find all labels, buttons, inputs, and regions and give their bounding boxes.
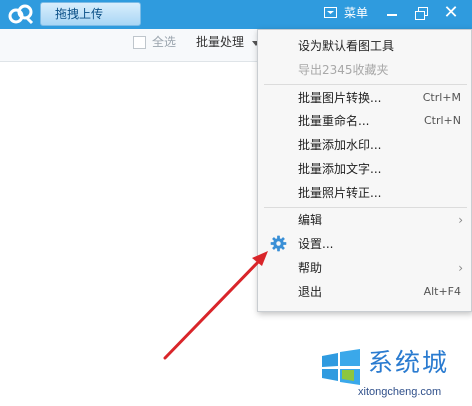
menu-item-label: 批量添加文字... <box>298 162 382 176</box>
menu-item-settings[interactable]: 设置... <box>258 233 472 255</box>
menu-divider <box>264 207 467 208</box>
select-all-label[interactable]: 全选 <box>152 34 176 51</box>
watermark-brand: 系统城 <box>368 348 450 377</box>
menu-item-batch-convert[interactable]: 批量图片转换... Ctrl+M <box>258 87 472 109</box>
batch-process-button[interactable]: 批量处理 <box>196 34 244 51</box>
main-dropdown-menu: 设为默认看图工具 导出2345收藏夹 批量图片转换... Ctrl+M 批量重命… <box>257 29 472 312</box>
menu-item-batch-rename[interactable]: 批量重命名... Ctrl+N <box>258 110 472 132</box>
title-bar: 拖拽上传 菜单 ✕ <box>0 0 472 29</box>
menu-item-label: 编辑 <box>298 213 323 227</box>
menu-item-edit[interactable]: 编辑 › <box>258 209 472 231</box>
menu-item-export-favorites: 导出2345收藏夹 <box>258 59 472 81</box>
menu-item-label: 批量添加水印... <box>298 138 382 152</box>
menu-item-label: 批量照片转正... <box>298 186 382 200</box>
main-menu-button[interactable]: 菜单 <box>320 2 376 24</box>
drag-upload-button[interactable]: 拖拽上传 <box>40 2 141 26</box>
menu-item-batch-watermark[interactable]: 批量添加水印... <box>258 134 472 156</box>
chevron-right-icon: › <box>458 261 463 275</box>
menu-item-shortcut: Ctrl+M <box>422 91 461 104</box>
minimize-icon[interactable] <box>381 2 403 24</box>
menu-dropdown-icon <box>324 7 337 18</box>
menu-item-label: 设为默认看图工具 <box>298 39 395 53</box>
close-icon[interactable]: ✕ <box>440 2 462 24</box>
menu-item-label: 批量重命名... <box>298 114 370 128</box>
menu-item-batch-text[interactable]: 批量添加文字... <box>258 158 472 180</box>
main-menu-label: 菜单 <box>344 6 369 20</box>
watermark: 系统城 xitongcheng.com <box>318 344 472 406</box>
cloud-logo-icon <box>8 4 34 25</box>
menu-item-label: 帮助 <box>298 261 323 275</box>
menu-item-label: 批量图片转换... <box>298 91 382 105</box>
menu-item-set-default-viewer[interactable]: 设为默认看图工具 <box>258 35 472 57</box>
menu-item-label: 设置... <box>298 237 334 251</box>
menu-item-help[interactable]: 帮助 › <box>258 257 472 279</box>
menu-item-batch-rotate[interactable]: 批量照片转正... <box>258 182 472 204</box>
menu-item-exit[interactable]: 退出 Alt+F4 <box>258 281 472 303</box>
windows-logo-icon <box>322 349 360 385</box>
menu-divider <box>264 84 467 85</box>
restore-icon[interactable] <box>410 2 432 24</box>
gear-icon <box>270 235 287 252</box>
menu-item-label: 退出 <box>298 285 323 299</box>
watermark-url: xitongcheng.com <box>358 386 442 398</box>
menu-item-label: 导出2345收藏夹 <box>298 63 389 77</box>
chevron-right-icon: › <box>458 213 463 227</box>
menu-item-shortcut: Ctrl+N <box>423 114 461 127</box>
select-all-checkbox[interactable] <box>133 36 146 49</box>
menu-item-shortcut: Alt+F4 <box>423 285 461 298</box>
